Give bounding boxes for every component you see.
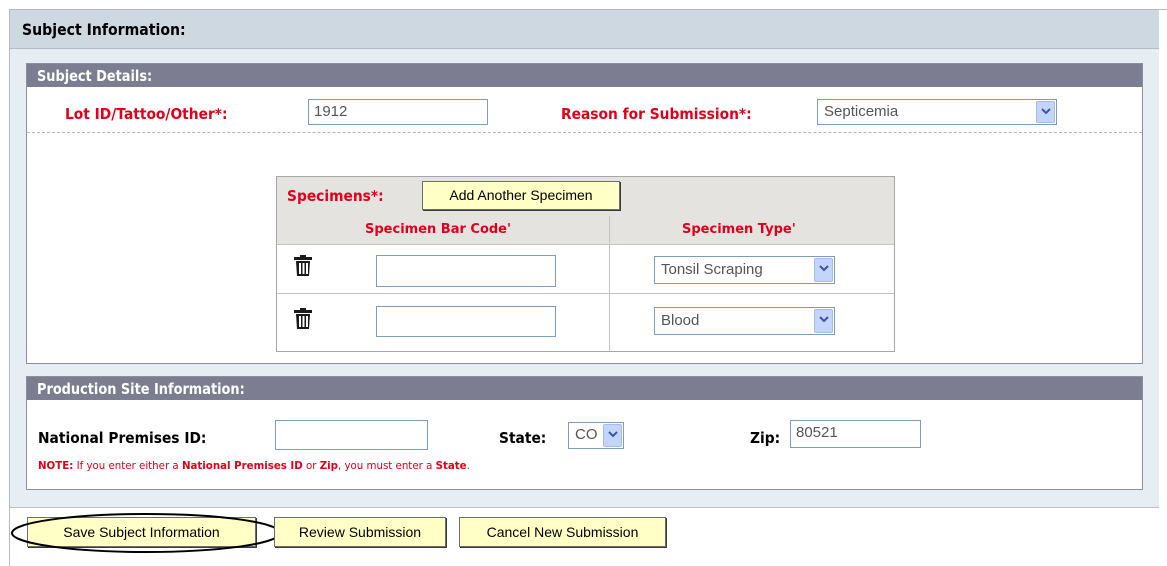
- note-zip: Zip: [319, 459, 338, 472]
- specimens-table: Specimen Bar Code' Specimen Type' Tonsil…: [276, 216, 895, 352]
- chevron-down-icon[interactable]: [814, 258, 833, 282]
- add-specimen-button[interactable]: Add Another Specimen: [422, 181, 620, 210]
- subject-details-title: Subject Details:: [37, 67, 153, 85]
- chevron-down-icon[interactable]: [814, 309, 833, 333]
- state-select[interactable]: CO: [568, 422, 624, 449]
- section-divider: [27, 132, 1142, 133]
- reason-label: Reason for Submission*:: [561, 105, 752, 123]
- type-column-header: Specimen Type': [610, 216, 894, 245]
- specimens-label: Specimens*:: [287, 187, 384, 205]
- reason-selected-value: Septicemia: [824, 103, 899, 120]
- npid-label: National Premises ID:: [38, 429, 207, 447]
- lot-id-label: Lot ID/Tattoo/Other*:: [65, 105, 228, 123]
- production-site-panel: Production Site Information: National Pr…: [26, 376, 1143, 490]
- trash-icon[interactable]: [293, 255, 313, 277]
- note-text: , you must enter a: [337, 459, 436, 472]
- specimens-box: Specimens*: Add Another Specimen Specime…: [276, 176, 895, 354]
- column-divider: [609, 216, 610, 351]
- specimen-type-value: Blood: [661, 312, 700, 329]
- state-selected-value: CO: [575, 426, 598, 443]
- type-column-label: Specimen Type': [682, 222, 796, 237]
- specimen-type-select[interactable]: Tonsil Scraping: [654, 256, 835, 284]
- specimen-barcode-input[interactable]: [376, 255, 556, 287]
- zip-input[interactable]: 80521: [790, 420, 921, 448]
- specimen-type-value: Tonsil Scraping: [661, 261, 763, 278]
- cancel-submission-button[interactable]: Cancel New Submission: [459, 517, 666, 547]
- note-text: .: [466, 459, 470, 472]
- state-label: State:: [499, 429, 547, 447]
- chevron-down-icon[interactable]: [1036, 101, 1055, 123]
- review-submission-button[interactable]: Review Submission: [274, 517, 446, 547]
- production-site-title: Production Site Information:: [37, 380, 245, 398]
- barcode-column-header: Specimen Bar Code': [277, 216, 609, 245]
- subject-information-section: Subject Information: Subject Details: Lo…: [9, 9, 1167, 566]
- note-text: or: [302, 459, 320, 472]
- note-text: If you enter either a: [73, 459, 182, 472]
- reason-select[interactable]: Septicemia: [817, 99, 1057, 125]
- zip-label: Zip:: [750, 429, 781, 447]
- note-state: State: [435, 459, 467, 472]
- subject-details-header: Subject Details:: [27, 64, 1142, 87]
- row-divider: [277, 293, 894, 294]
- specimens-header: Specimens*: Add Another Specimen: [276, 176, 895, 218]
- note-prefix: NOTE:: [38, 459, 74, 472]
- subject-information-title: Subject Information:: [22, 20, 186, 39]
- production-site-header: Production Site Information:: [27, 377, 1142, 400]
- specimen-barcode-input[interactable]: [376, 306, 556, 337]
- highlight-ellipse: [11, 513, 281, 553]
- specimen-type-select[interactable]: Blood: [654, 307, 835, 335]
- subject-details-panel: Subject Details: Lot ID/Tattoo/Other*: 1…: [26, 63, 1143, 364]
- lot-id-input[interactable]: 1912: [308, 99, 488, 125]
- trash-icon[interactable]: [293, 308, 313, 330]
- barcode-column-label: Specimen Bar Code': [365, 222, 511, 237]
- subject-information-header: Subject Information:: [10, 10, 1159, 49]
- note-npid: National Premises ID: [181, 459, 303, 472]
- chevron-down-icon[interactable]: [603, 424, 622, 447]
- npid-input[interactable]: [275, 420, 428, 450]
- state-required-note: NOTE: If you enter either a National Pre…: [38, 459, 470, 472]
